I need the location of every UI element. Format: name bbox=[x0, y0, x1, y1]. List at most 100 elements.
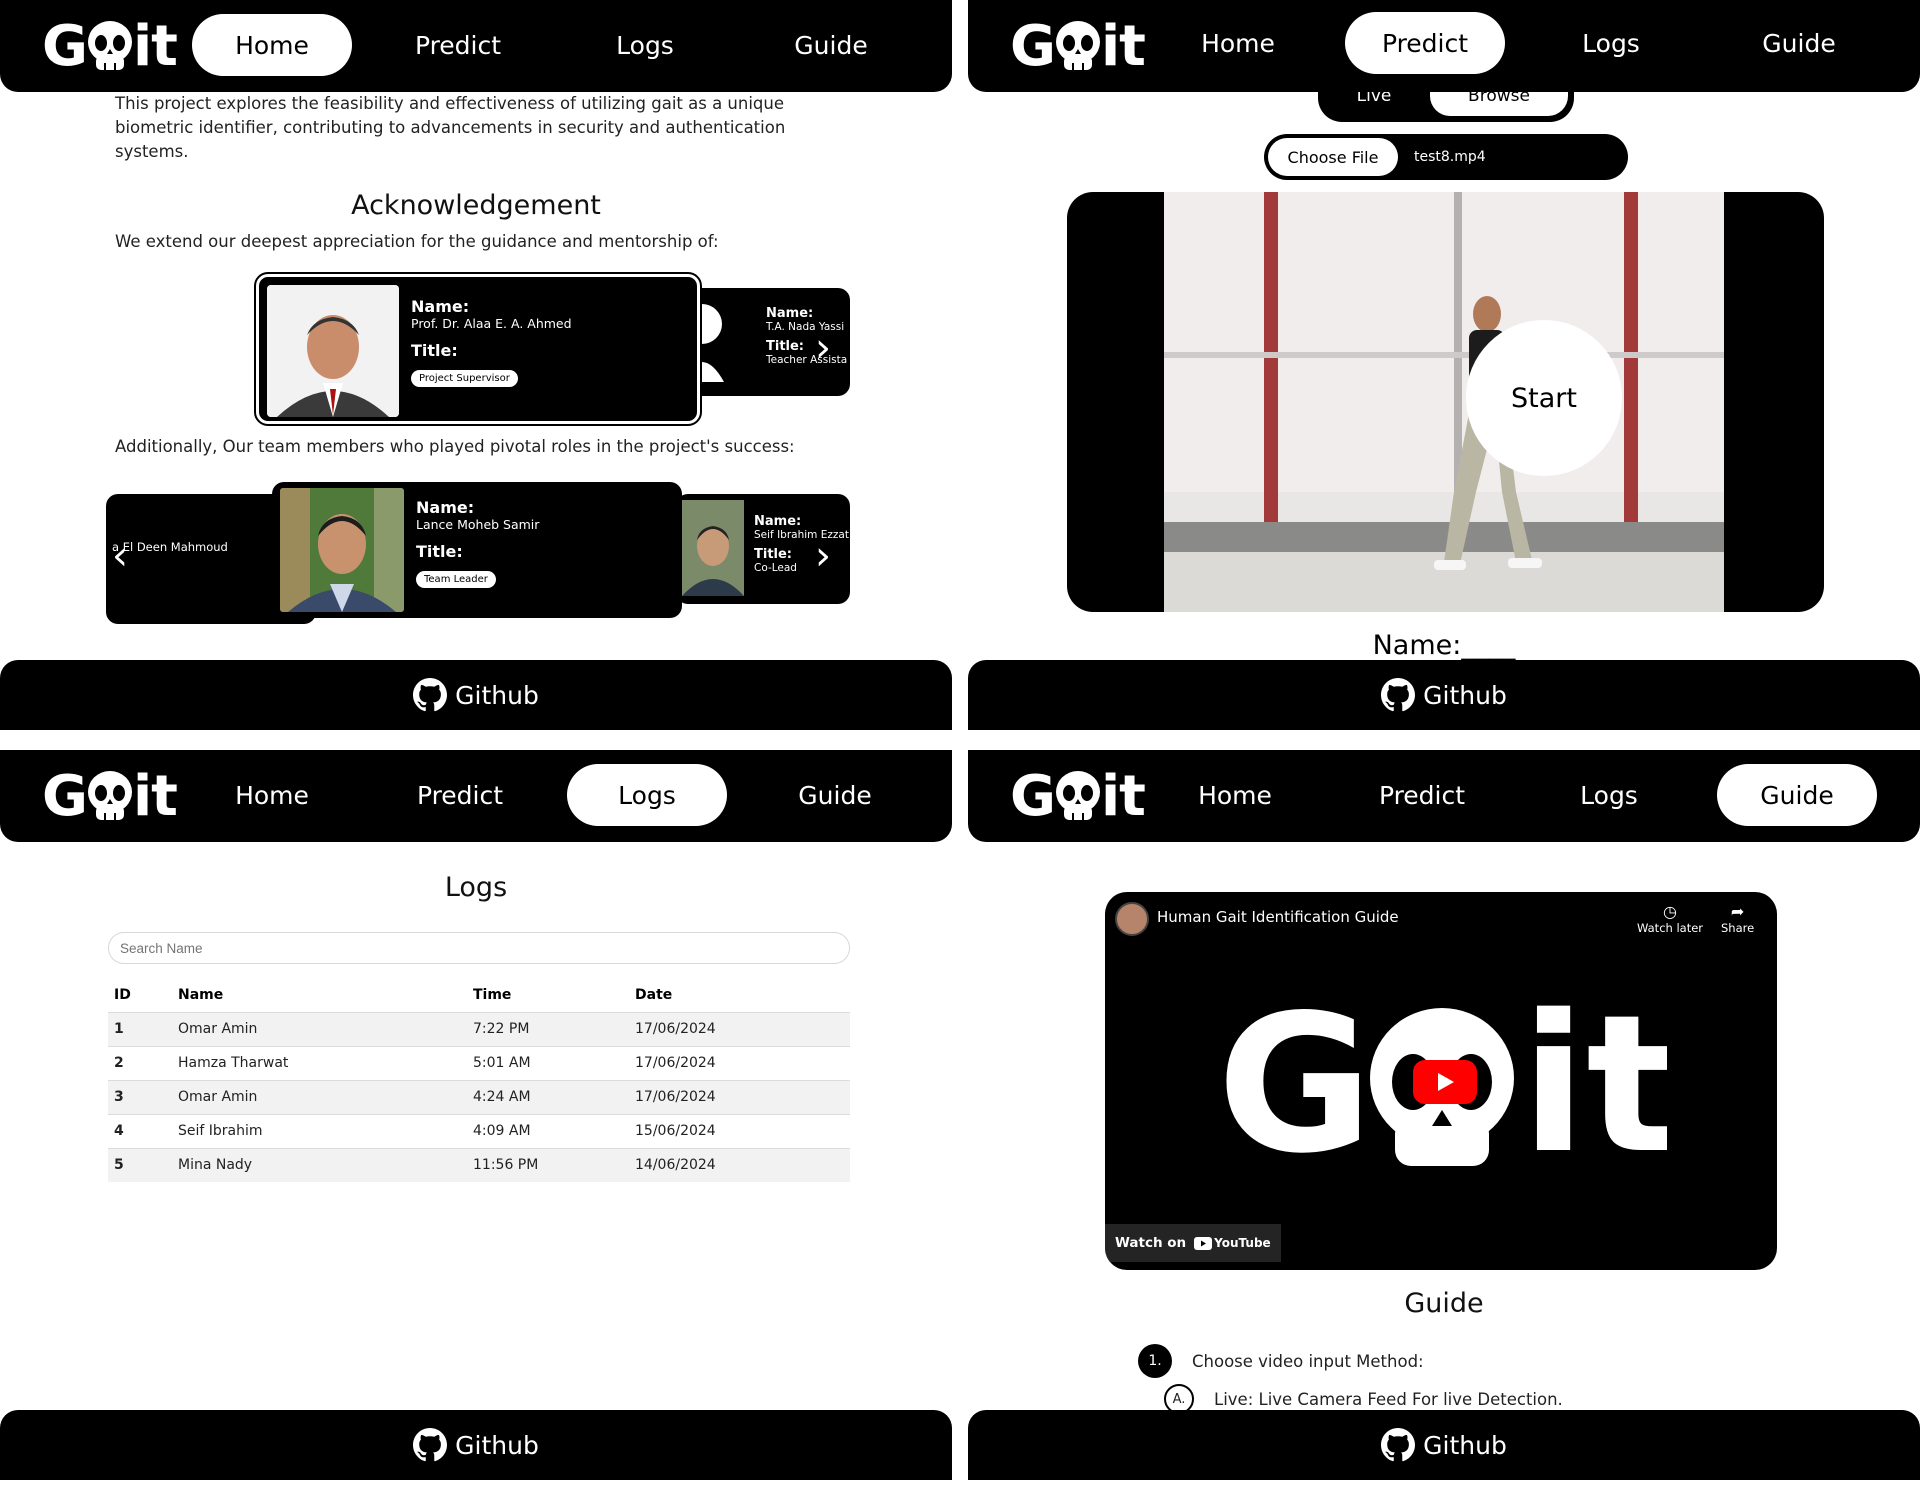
logo-text-right: it bbox=[132, 13, 178, 79]
carousel-prev-arrow-icon[interactable]: ‹ bbox=[112, 536, 128, 576]
video-title[interactable]: Human Gait Identification Guide bbox=[1157, 908, 1399, 926]
table-row: 3 Omar Amin 4:24 AM 17/06/2024 bbox=[108, 1079, 850, 1114]
nav-guide[interactable]: Guide bbox=[751, 14, 911, 76]
footer: Github bbox=[0, 1410, 952, 1480]
video-frame bbox=[1164, 192, 1724, 612]
share-button[interactable]: ➦ Share bbox=[1721, 902, 1754, 935]
logo-text-left: G bbox=[1010, 763, 1056, 829]
column-header-time[interactable]: Time bbox=[473, 978, 635, 1012]
nav-home[interactable]: Home bbox=[1158, 12, 1318, 74]
gait-logo[interactable]: G it bbox=[1010, 12, 1146, 80]
watch-later-label: Watch later bbox=[1637, 921, 1704, 935]
svg-text:it: it bbox=[1521, 1000, 1667, 1170]
team-text: Additionally, Our team members who playe… bbox=[115, 437, 795, 456]
navbar: G it Home Predict Logs Guide bbox=[968, 0, 1920, 92]
logo-text-left: G bbox=[1010, 13, 1056, 79]
guide-title: Guide bbox=[1404, 1288, 1484, 1319]
step-a-text: Live: Live Camera Feed For live Detectio… bbox=[1214, 1389, 1563, 1409]
team-center-photo bbox=[280, 488, 404, 612]
github-link[interactable]: Github bbox=[1423, 681, 1507, 710]
selected-file-name: test8.mp4 bbox=[1414, 149, 1486, 165]
cell-date: 14/06/2024 bbox=[635, 1147, 850, 1182]
cell-id: 3 bbox=[108, 1079, 178, 1114]
cell-date: 17/06/2024 bbox=[635, 1079, 850, 1114]
nav-predict[interactable]: Predict bbox=[1342, 764, 1502, 826]
logs-table: ID Name Time Date 1 Omar Amin 7:22 PM 17… bbox=[108, 978, 850, 1182]
team-right-title: Co-Lead bbox=[754, 562, 797, 574]
logo-text-right: it bbox=[132, 763, 178, 829]
start-button[interactable]: Start bbox=[1466, 320, 1622, 476]
ack-text: We extend our deepest appreciation for t… bbox=[115, 232, 719, 251]
table-row: 2 Hamza Tharwat 5:01 AM 17/06/2024 bbox=[108, 1045, 850, 1080]
cell-time: 5:01 AM bbox=[473, 1045, 635, 1080]
table-row: 4 Seif Ibrahim 4:09 AM 15/06/2024 bbox=[108, 1113, 850, 1148]
team-right-name-label: Name: bbox=[754, 514, 802, 529]
clock-icon: ◷ bbox=[1663, 902, 1677, 921]
nav-guide[interactable]: Guide bbox=[755, 764, 915, 826]
supervisor-2-title: Teacher Assista bbox=[766, 354, 848, 366]
cell-name: Omar Amin bbox=[178, 1011, 473, 1046]
navbar: G it Home Predict Logs Guide bbox=[968, 750, 1920, 842]
column-header-name[interactable]: Name bbox=[178, 978, 473, 1012]
gait-logo[interactable]: G it bbox=[42, 12, 178, 80]
svg-text:G: G bbox=[1217, 1000, 1373, 1170]
cell-name: Hamza Tharwat bbox=[178, 1045, 473, 1080]
gait-logo[interactable]: G it bbox=[1010, 762, 1146, 830]
nav-logs[interactable]: Logs bbox=[567, 764, 727, 826]
carousel-next-arrow-icon[interactable]: › bbox=[815, 328, 831, 368]
cell-id: 5 bbox=[108, 1147, 178, 1182]
nav-guide[interactable]: Guide bbox=[1719, 12, 1879, 74]
github-link[interactable]: Github bbox=[455, 681, 539, 710]
supervisor-1-name: Prof. Dr. Alaa E. A. Ahmed bbox=[411, 316, 572, 331]
search-input[interactable] bbox=[108, 932, 850, 964]
home-page-panel: G it Home Predict Logs Guide This projec… bbox=[0, 0, 952, 730]
column-header-id[interactable]: ID bbox=[108, 978, 178, 1012]
file-input[interactable]: Choose File test8.mp4 bbox=[1264, 134, 1628, 180]
supervisor-card-1: Name: Prof. Dr. Alaa E. A. Ahmed Title: … bbox=[254, 272, 702, 426]
share-label: Share bbox=[1721, 921, 1755, 935]
nav-home[interactable]: Home bbox=[192, 14, 352, 76]
footer: Github bbox=[0, 660, 952, 730]
nav-logs[interactable]: Logs bbox=[1531, 12, 1691, 74]
video-player[interactable]: Start bbox=[1067, 192, 1824, 612]
nav-predict[interactable]: Predict bbox=[378, 14, 538, 76]
nav-guide[interactable]: Guide bbox=[1717, 764, 1877, 826]
watch-on-youtube-button[interactable]: Watch on YouTube bbox=[1105, 1224, 1281, 1262]
navbar: G it Home Predict Logs Guide bbox=[0, 0, 952, 92]
cell-id: 1 bbox=[108, 1011, 178, 1046]
watch-later-button[interactable]: ◷ Watch later bbox=[1637, 902, 1703, 935]
choose-file-button[interactable]: Choose File bbox=[1268, 138, 1398, 176]
column-header-date[interactable]: Date bbox=[635, 978, 850, 1012]
team-center-name: Lance Moheb Samir bbox=[416, 517, 540, 532]
carousel-next-arrow-icon[interactable]: › bbox=[815, 536, 831, 576]
logo-text-left: G bbox=[42, 763, 88, 829]
supervisor-2-name: T.A. Nada Yassi bbox=[766, 321, 845, 333]
supervisor-1-name-label: Name: bbox=[411, 297, 470, 316]
nav-predict[interactable]: Predict bbox=[380, 764, 540, 826]
team-right-name: Seif Ibrahim Ezzat bbox=[754, 529, 849, 541]
nav-home[interactable]: Home bbox=[1155, 764, 1315, 826]
nav-logs[interactable]: Logs bbox=[1529, 764, 1689, 826]
github-link[interactable]: Github bbox=[455, 1431, 539, 1460]
cell-date: 17/06/2024 bbox=[635, 1011, 850, 1046]
logo-text-right: it bbox=[1100, 13, 1146, 79]
footer: Github bbox=[968, 1410, 1920, 1480]
channel-avatar[interactable] bbox=[1115, 902, 1149, 936]
team-center-title-label: Title: bbox=[416, 542, 463, 561]
nav-logs[interactable]: Logs bbox=[565, 14, 725, 76]
github-link[interactable]: Github bbox=[1423, 1431, 1507, 1460]
prediction-name-output: Name:____ bbox=[1372, 630, 1516, 661]
ack-title: Acknowledgement bbox=[351, 190, 601, 221]
nav-home[interactable]: Home bbox=[192, 764, 352, 826]
share-arrow-icon: ➦ bbox=[1730, 902, 1745, 921]
youtube-embed[interactable]: Human Gait Identification Guide ◷ Watch … bbox=[1105, 892, 1777, 1270]
nav-predict[interactable]: Predict bbox=[1345, 12, 1505, 74]
logo-text-right: it bbox=[1100, 763, 1146, 829]
table-header-row: ID Name Time Date bbox=[108, 978, 850, 1012]
github-icon bbox=[1381, 678, 1416, 712]
supervisor-2-title-label: Title: bbox=[766, 339, 805, 354]
cell-id: 4 bbox=[108, 1113, 178, 1148]
gait-logo[interactable]: G it bbox=[42, 762, 178, 830]
team-right-photo bbox=[682, 500, 744, 596]
play-button-icon[interactable] bbox=[1413, 1060, 1477, 1104]
